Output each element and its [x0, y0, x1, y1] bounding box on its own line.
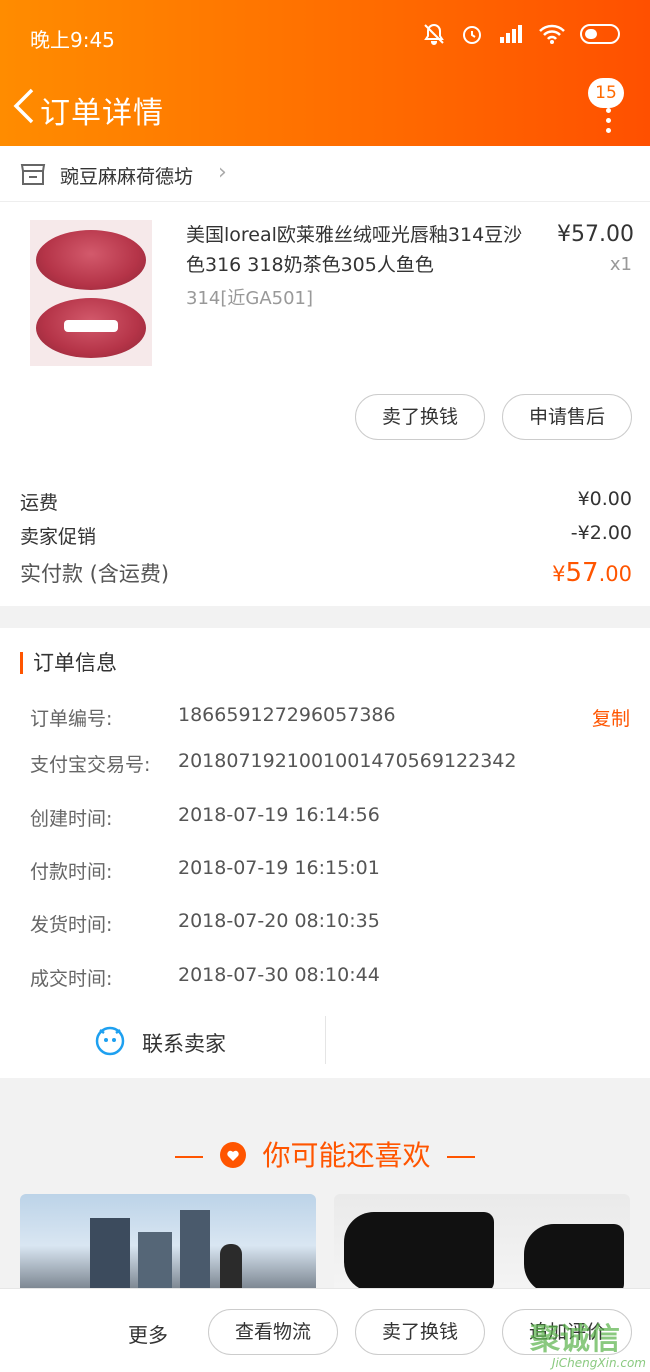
order-info-title: 订单信息 [20, 652, 117, 674]
mute-icon [424, 23, 444, 45]
contact-icon [95, 1026, 125, 1056]
info-value: 2018071921001001470569122342 [178, 750, 517, 772]
header: 晚上9:45 订单详情 15 [0, 0, 650, 146]
view-logistics-button[interactable]: 查看物流 [208, 1309, 338, 1355]
alarm-icon [463, 26, 481, 44]
apply-after-sale-button[interactable]: 申请售后 [502, 394, 632, 440]
order-info-card: 订单信息 复制 订单编号: 186659127296057386 支付宝交易号:… [0, 628, 650, 1078]
lip-top-shape [36, 230, 146, 290]
promo-label: 卖家促销 [20, 526, 97, 548]
shipping-fee-row: 运费 ¥0.00 [20, 488, 632, 515]
status-icons [422, 22, 620, 46]
info-key: 付款时间: [30, 861, 113, 883]
lip-bottom-shape [36, 298, 146, 358]
total-decimal: .00 [598, 562, 632, 586]
info-key: 成交时间: [30, 968, 113, 990]
watermark-text: 聚诚信 [530, 1322, 620, 1357]
info-value: 2018-07-20 08:10:35 [178, 910, 380, 932]
shoe-shape [524, 1224, 624, 1288]
info-value: 2018-07-30 08:10:44 [178, 964, 380, 986]
shipping-value: ¥0.00 [577, 488, 632, 510]
building-shape [90, 1218, 130, 1288]
person-shape [220, 1244, 242, 1288]
info-value: 186659127296057386 [178, 704, 396, 726]
shop-name: 豌豆麻麻荷德坊 [60, 166, 194, 188]
wifi-icon [539, 24, 565, 44]
product-sku: 314[近GA501] [186, 288, 314, 309]
recommend-heading: 你可能还喜欢 [0, 1134, 650, 1174]
shop-row[interactable]: 豌豆麻麻荷德坊 › [0, 146, 650, 202]
product-quantity: x1 [609, 254, 632, 275]
signal-icon [500, 25, 522, 43]
building-shape [138, 1232, 172, 1288]
battery-icon [580, 24, 620, 44]
info-key: 支付宝交易号: [30, 754, 151, 776]
sell-for-cash-button[interactable]: 卖了换钱 [355, 394, 485, 440]
watermark-logo: 聚诚信 JiChengXin.com [530, 1314, 646, 1370]
order-item-card: 豌豆麻麻荷德坊 › 美国loreal欧莱雅丝绒哑光唇釉314豆沙色316 318… [0, 146, 650, 606]
more-menu-button[interactable]: 15 [584, 78, 624, 138]
heart-icon [219, 1142, 246, 1168]
total-currency: ¥ [552, 562, 566, 586]
info-key: 发货时间: [30, 914, 113, 936]
total-value: ¥57.00 [552, 558, 632, 588]
info-key: 订单编号: [30, 708, 113, 730]
sell-for-cash-bottom-button[interactable]: 卖了换钱 [355, 1309, 485, 1355]
more-actions-button[interactable]: 更多 [128, 1319, 168, 1348]
info-value: 2018-07-19 16:15:01 [178, 857, 380, 879]
recommended-item-card[interactable] [20, 1194, 316, 1288]
promo-row: 卖家促销 -¥2.00 [20, 522, 632, 549]
contact-seller-label: 联系卖家 [142, 1032, 226, 1056]
divider-right [447, 1156, 476, 1158]
info-key: 创建时间: [30, 808, 113, 830]
product-price: ¥57.00 [557, 222, 634, 247]
info-value: 2018-07-19 16:14:56 [178, 804, 380, 826]
building-shape [180, 1210, 210, 1288]
status-bar: 晚上9:45 [0, 0, 650, 72]
page-title: 订单详情 [40, 96, 164, 131]
copy-order-number-link[interactable]: 复制 [592, 704, 630, 731]
watermark-url: JiChengXin.com [551, 1356, 646, 1370]
recommend-title: 你可能还喜欢 [262, 1139, 431, 1172]
total-integer: 57 [565, 558, 599, 588]
shoe-shape [344, 1212, 494, 1288]
product-image[interactable] [30, 220, 152, 366]
chevron-right-icon: › [218, 160, 227, 185]
total-label: 实付款 (含运费) [20, 562, 170, 586]
promo-value: -¥2.00 [570, 522, 632, 544]
nav-bar: 订单详情 15 [0, 72, 650, 146]
more-icon [606, 108, 612, 138]
shipping-label: 运费 [20, 492, 59, 514]
shop-icon [20, 164, 46, 185]
product-title[interactable]: 美国loreal欧莱雅丝绒哑光唇釉314豆沙色316 318奶茶色305人鱼色 [186, 220, 536, 280]
recommended-item-card[interactable] [334, 1194, 630, 1288]
message-badge: 15 [588, 78, 624, 108]
status-time: 晚上9:45 [30, 28, 115, 52]
back-icon[interactable] [10, 86, 36, 126]
total-paid-row: 实付款 (含运费) ¥57.00 [20, 558, 632, 588]
contact-seller-button[interactable]: 联系卖家 [0, 1016, 326, 1064]
divider-left [174, 1156, 203, 1158]
